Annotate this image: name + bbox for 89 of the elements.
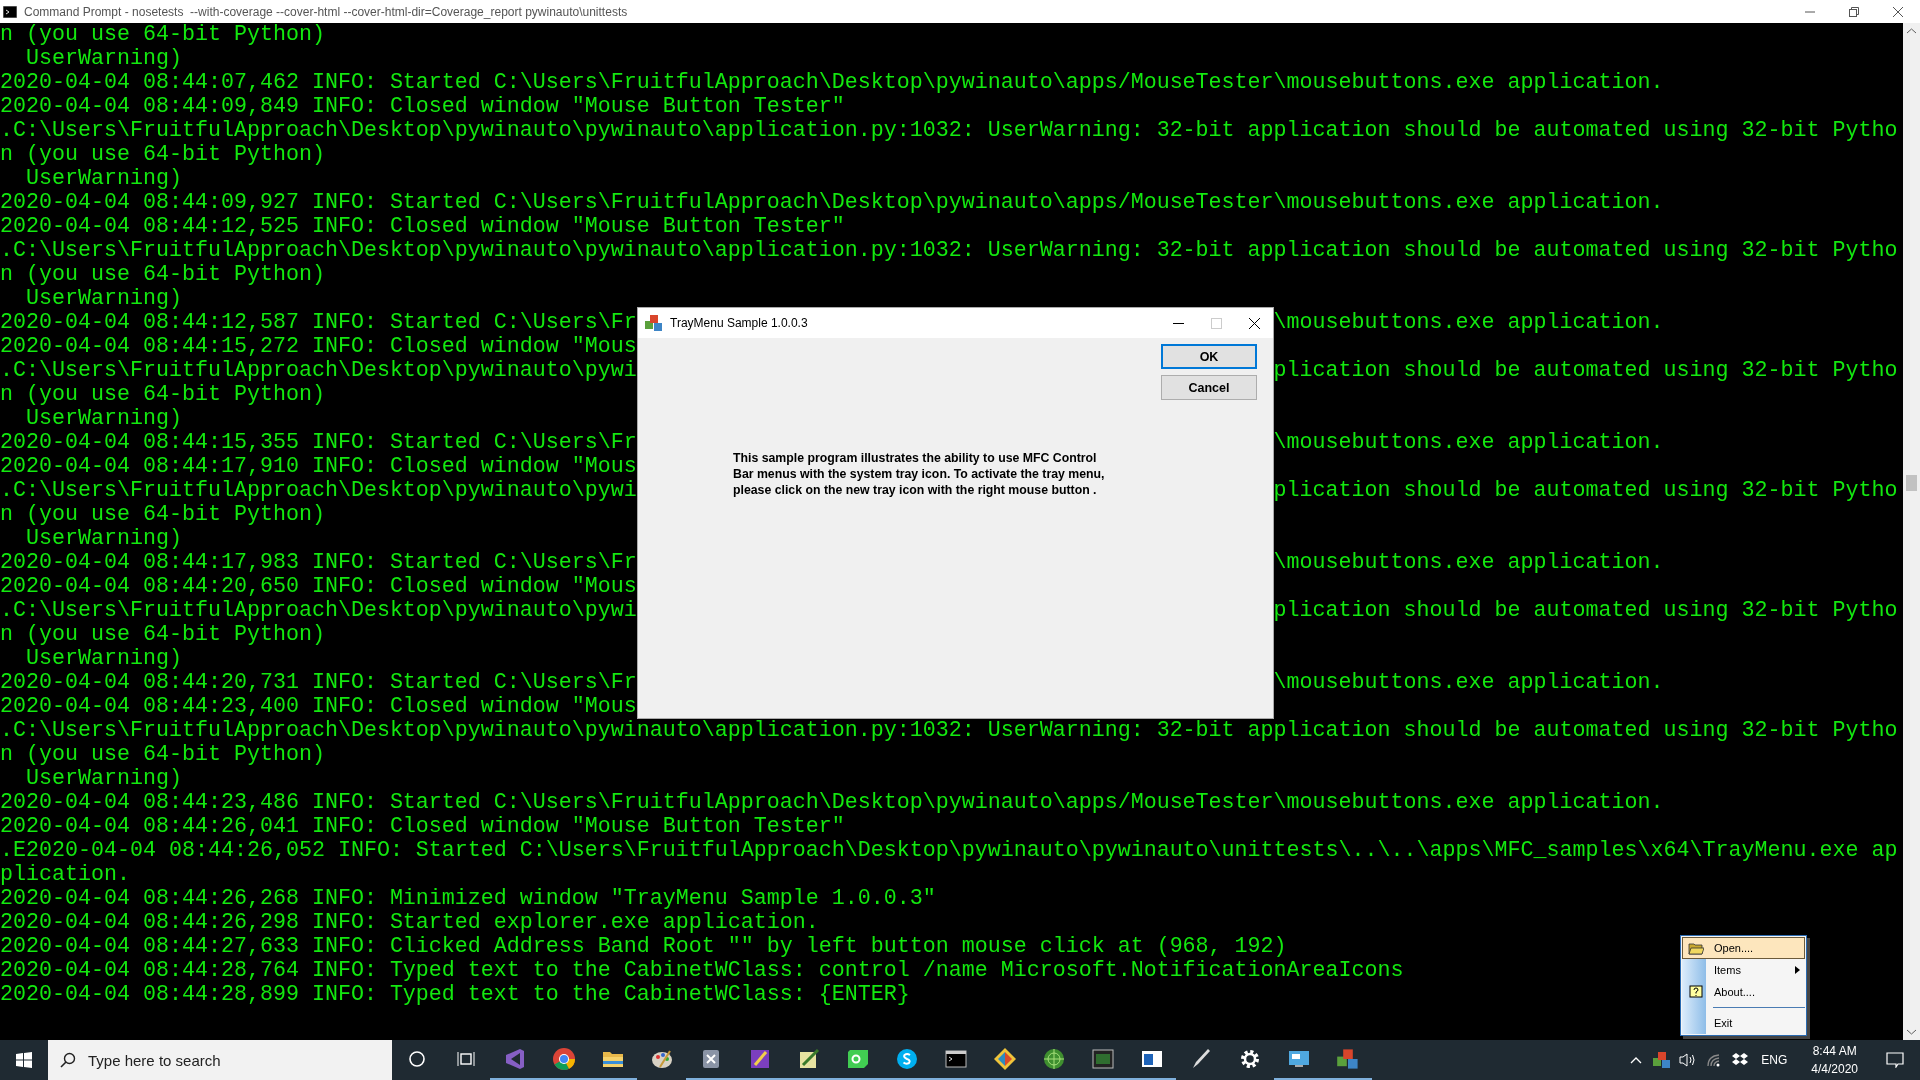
console-line: 2020-04-04 08:44:23,486 INFO: Started C:\Users\FruitfulApproach\Desktop\pywinauto\apps/MouseTester\mousebuttons.exe application. (0, 791, 1664, 815)
console-line: 2020-04-04 08:44:17,910 INFO: Closed window "Mous (0, 455, 637, 479)
maximize-icon (1211, 317, 1222, 329)
language-indicator[interactable]: ENG (1753, 1053, 1800, 1067)
console-line: n (you use 64-bit Python) (0, 503, 325, 527)
console-line: 2020-04-04 08:44:09,927 INFO: Started C:\Users\FruitfulApproach\Desktop\pywinauto\apps/MouseTester\mousebuttons.exe application. (0, 191, 1664, 215)
circle-icon[interactable] (407, 1050, 426, 1068)
console-line: plication should be automated using 32-bit Pytho (1273, 479, 1898, 503)
window-title: Command Prompt - nosetests --with-coverage --cover-html --cover-html-dir=Coverage_report pywinauto\unittests (24, 4, 629, 19)
console-line: 2020-04-04 08:44:12,587 INFO: Started C:\Users\Fr (0, 311, 637, 335)
ok-button[interactable]: OK (1161, 344, 1257, 369)
message-text: This sample program illustrates the ability to use MFC Control Bar menus with the system tray icon. To activate the tray menu, please click on the new tray icon with the right mouse button . (733, 450, 1105, 498)
console-line: 2020-04-04 08:44:26,268 INFO: Minimized window "TrayMenu Sample 1.0.0.3" (0, 887, 936, 911)
diamond-icon[interactable] (992, 1047, 1017, 1071)
help-icon (1688, 984, 1703, 1000)
console-line: UserWarning) (25, 167, 182, 191)
notification-icon[interactable] (1886, 1052, 1904, 1068)
search-field[interactable]: Type here to search (86, 1050, 370, 1070)
console-line: n (you use 64-bit Python) (0, 23, 325, 47)
console-line: n (you use 64-bit Python) (0, 263, 325, 287)
console-line: 2020-04-04 08:44:15,355 INFO: Started C:\Users\Fr (0, 431, 637, 455)
menu-item[interactable]: About.... (1682, 981, 1805, 1003)
menu-item[interactable]: Open.... (1682, 937, 1805, 959)
blocks-icon (644, 313, 664, 333)
console-line: plication. (0, 863, 130, 887)
scroll-down-icon[interactable] (1906, 1028, 1917, 1036)
search-icon (60, 1052, 76, 1068)
console-line: 2020-04-04 08:44:15,272 INFO: Closed window "Mous (0, 335, 637, 359)
windows-logo-icon[interactable] (16, 1052, 32, 1068)
console-line: UserWarning) (25, 527, 182, 551)
console-line: n (you use 64-bit Python) (0, 143, 325, 167)
scrollbar[interactable] (1903, 23, 1920, 1040)
console-line: UserWarning) (25, 647, 182, 671)
dialog-title: TrayMenu Sample 1.0.0.3 (670, 316, 809, 330)
menu-item[interactable]: Exit (1682, 1012, 1805, 1034)
blocks-icon[interactable] (1335, 1047, 1360, 1071)
console-line: UserWarning) (25, 287, 182, 311)
console-icon[interactable] (1090, 1047, 1115, 1071)
close-icon[interactable] (1249, 317, 1260, 329)
console-line: n (you use 64-bit Python) (0, 623, 325, 647)
console-line: \mousebuttons.exe application. (1273, 431, 1664, 455)
console-line: 2020-04-04 08:44:20,731 INFO: Started C:\Users\Fr (0, 671, 637, 695)
console-line: n (you use 64-bit Python) (0, 383, 325, 407)
browser-icon[interactable] (551, 1047, 576, 1071)
console-line: 2020-04-04 08:44:09,849 INFO: Closed window "Mouse Button Tester" (0, 95, 845, 119)
console-line: .E2020-04-04 08:44:26,052 INFO: Started C:\Users\FruitfulApproach\Desktop\pywinauto\pywinauto\unittests\..\..\apps\MFC_samples\x64\TrayMenu.exe ap (0, 839, 1898, 863)
chevron-up-icon[interactable] (1630, 1056, 1643, 1064)
globe-icon[interactable] (1041, 1047, 1066, 1071)
scroll-thumb[interactable] (1906, 475, 1917, 491)
app-icon[interactable] (845, 1047, 870, 1071)
task-view-icon[interactable] (456, 1050, 475, 1068)
scroll-up-icon[interactable] (1906, 27, 1917, 35)
console-line: 2020-04-04 08:44:26,041 INFO: Closed window "Mouse Button Tester" (0, 815, 845, 839)
terminal-icon (3, 5, 17, 18)
cancel-button[interactable]: Cancel (1161, 375, 1257, 400)
console-line: \mousebuttons.exe application. (1273, 671, 1664, 695)
console-line: 2020-04-04 08:44:28,764 INFO: Typed text to the CabinetWClass: control /name Microsoft.NotificationAreaIcons (0, 959, 1404, 983)
console-line: n (you use 64-bit Python) (0, 743, 325, 767)
console-line: UserWarning) (25, 767, 182, 791)
console-line: 2020-04-04 08:44:23,400 INFO: Closed window "Mous (0, 695, 637, 719)
console-line: UserWarning) (25, 407, 182, 431)
console-line: 2020-04-04 08:44:07,462 INFO: Started C:\Users\FruitfulApproach\Desktop\pywinauto\apps/MouseTester\mousebuttons.exe application. (0, 71, 1664, 95)
terminal-icon[interactable] (943, 1047, 968, 1071)
console-line: .C:\Users\FruitfulApproach\Desktop\pywinauto\pywi (0, 359, 637, 383)
folder-icon (1687, 941, 1704, 955)
console-line: 2020-04-04 08:44:26,298 INFO: Started explorer.exe application. (0, 911, 819, 935)
console-line: plication should be automated using 32-bit Pytho (1273, 359, 1898, 383)
console-line: .C:\Users\FruitfulApproach\Desktop\pywinauto\pywinauto\application.py:1032: UserWarning: 32-bit application should be automated using 32-bit Pytho (0, 119, 1898, 143)
console-line: 2020-04-04 08:44:20,650 INFO: Closed window "Mous (0, 575, 637, 599)
console-line: 2020-04-04 08:44:17,983 INFO: Started C:\Users\Fr (0, 551, 637, 575)
chat-icon[interactable] (894, 1047, 919, 1071)
search-box[interactable]: Type here to search (48, 1040, 392, 1080)
blocks-icon (1652, 1050, 1673, 1070)
speaker-icon[interactable] (1679, 1052, 1698, 1068)
menu-item[interactable]: Items (1682, 959, 1805, 981)
console-line: .C:\Users\FruitfulApproach\Desktop\pywinauto\pywinauto\application.py:1032: UserWarning: 32-bit application should be automated using 32-bit Pytho (0, 239, 1898, 263)
console-line: .C:\Users\FruitfulApproach\Desktop\pywinauto\pywi (0, 599, 637, 623)
box-icon[interactable] (1731, 1052, 1750, 1068)
console-line: .C:\Users\FruitfulApproach\Desktop\pywinauto\pywi (0, 479, 637, 503)
console-line: .C:\Users\FruitfulApproach\Desktop\pywinauto\pywinauto\application.py:1032: UserWarning: 32-bit application should be automated using 32-bit Pytho (0, 719, 1898, 743)
console-line: 2020-04-04 08:44:28,899 INFO: Typed text to the CabinetWClass: {ENTER} (0, 983, 910, 1007)
console-line: \mousebuttons.exe application. (1273, 551, 1664, 575)
clock[interactable]: 8:44 AM 4/4/2020 (1799, 1042, 1870, 1078)
console-line: UserWarning) (25, 47, 182, 71)
console-line: 2020-04-04 08:44:27,633 INFO: Clicked Address Band Root "" by left button mouse click at (968, 192) (0, 935, 1287, 959)
console-line: plication should be automated using 32-bit Pytho (1273, 599, 1898, 623)
submenu-arrow-icon (1795, 966, 1800, 974)
console-line: \mousebuttons.exe application. (1273, 311, 1664, 335)
console-line: 2020-04-04 08:44:12,525 INFO: Closed window "Mouse Button Tester" (0, 215, 845, 239)
